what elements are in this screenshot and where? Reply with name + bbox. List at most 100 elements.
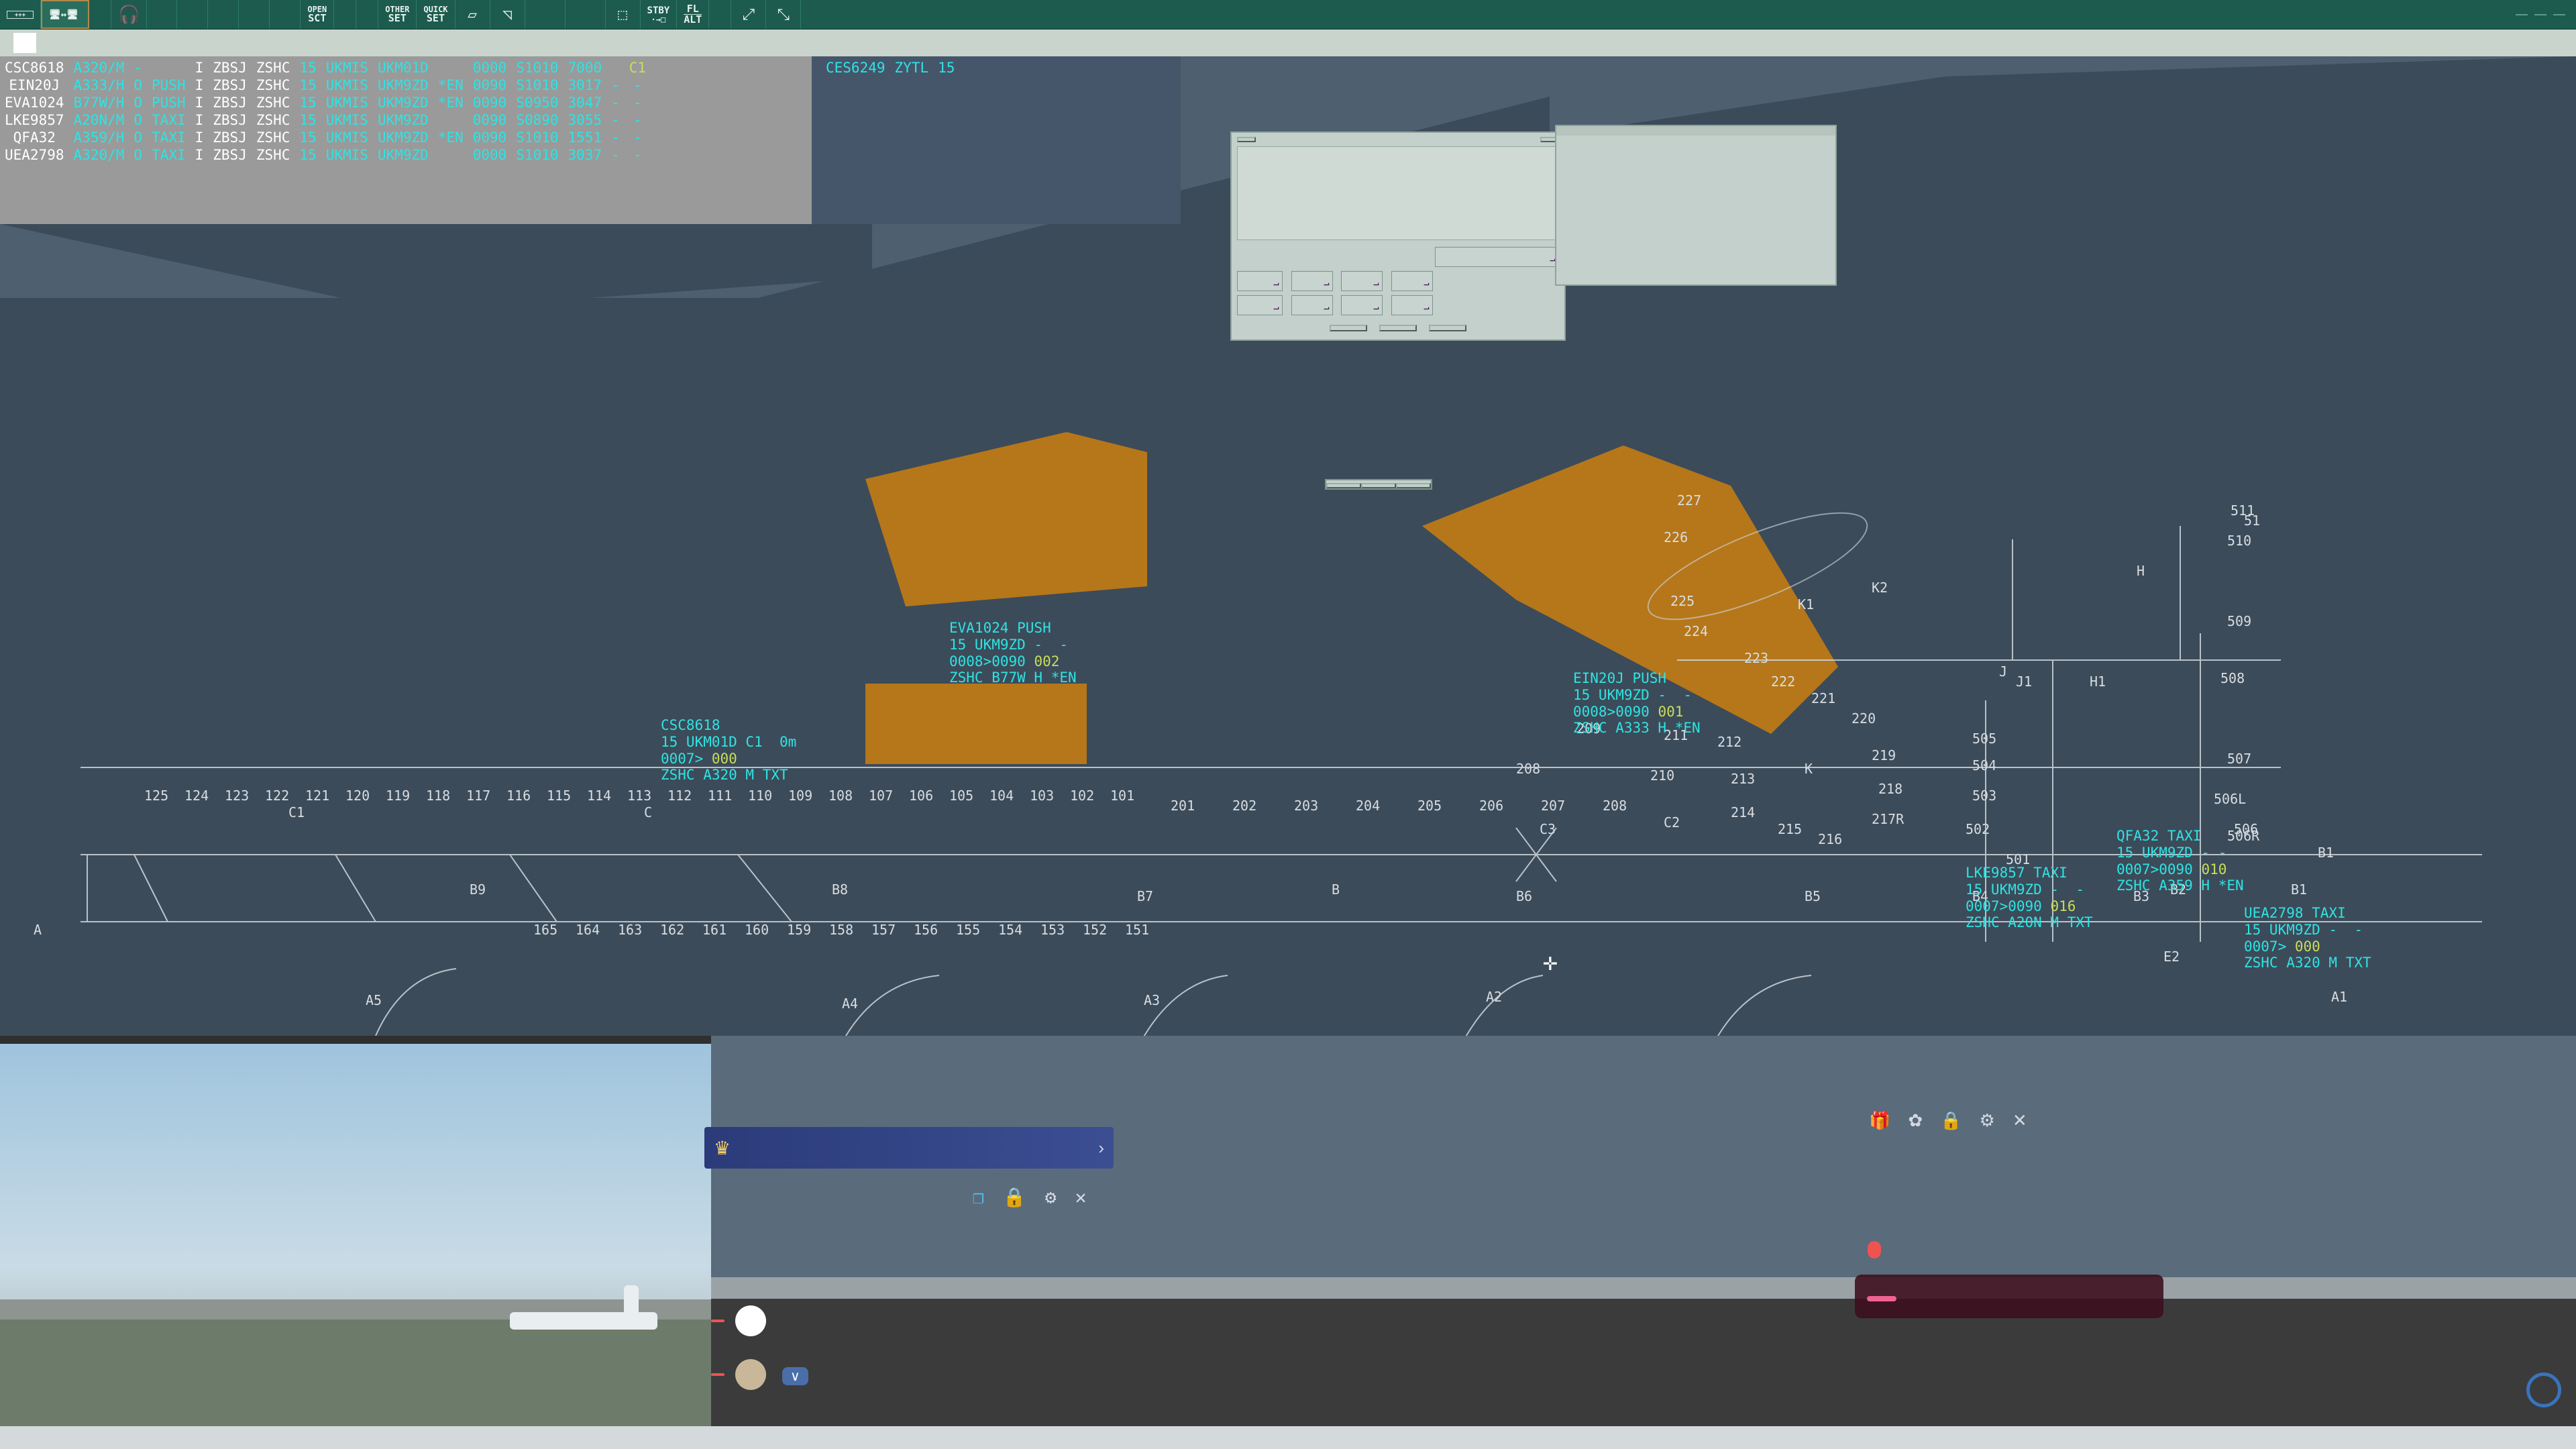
freq-slot-4[interactable] — [270, 0, 301, 29]
min-button[interactable] — [566, 0, 606, 29]
cell-reqt[interactable]: - — [606, 94, 625, 111]
cell-alt[interactable]: 0000 — [468, 59, 512, 76]
arr-runway-select-1[interactable] — [1237, 271, 1283, 291]
cell-entr[interactable]: UKMIS — [321, 129, 373, 146]
cell-type[interactable]: A20N/M — [69, 111, 129, 129]
cell-sid[interactable]: UKM9ZD — [373, 129, 433, 146]
cell-crz[interactable]: S0890 — [511, 111, 563, 129]
dep-runway-select-1[interactable] — [1237, 295, 1283, 315]
cell-assr[interactable]: 7000 — [564, 59, 607, 76]
cell-type[interactable]: A359/H — [69, 129, 129, 146]
arrival-list-panel[interactable]: CES6249 ZYTL 15 — [812, 56, 1181, 224]
cell-spad[interactable] — [433, 146, 468, 164]
cell-reqt[interactable]: - — [606, 146, 625, 164]
maximize-button[interactable] — [2534, 13, 2546, 15]
cell-spad[interactable]: *EN — [433, 94, 468, 111]
cell-req[interactable]: - — [625, 94, 651, 111]
callsign-display[interactable] — [89, 0, 111, 29]
close-icon[interactable]: ✕ — [1075, 1186, 1087, 1208]
cell-dep[interactable]: ZBSJ — [208, 146, 252, 164]
cell-cs[interactable]: CSC8618 — [0, 59, 69, 76]
radar-ground-view[interactable]: CSC8618 A320/M - I ZBSJ ZSHC 15 UKMIS UKM01D 0000… — [0, 56, 2576, 1036]
fl-alt-button[interactable]: FL ALT — [677, 0, 710, 29]
cell-assr[interactable]: 3055 — [564, 111, 607, 129]
gear-icon[interactable]: ⚙ — [1045, 1186, 1057, 1208]
cell-c[interactable]: O — [129, 76, 147, 94]
ruler-icon[interactable]: ▱ — [455, 0, 490, 29]
timer-widget[interactable] — [1325, 479, 1432, 490]
orphan-tag-cca7024[interactable] — [2274, 472, 2308, 555]
gift-icon[interactable]: 🎁 — [1869, 1110, 1890, 1131]
cell-req[interactable]: - — [625, 76, 651, 94]
gear-icon[interactable]: ⚙ — [1980, 1110, 1995, 1131]
rwy-allocation-select[interactable] — [1435, 247, 1559, 267]
cell-assr[interactable]: 1551 — [564, 129, 607, 146]
copy-icon[interactable]: ❐ — [973, 1186, 984, 1208]
chat-promo-banner[interactable]: ♛ › — [704, 1127, 1114, 1169]
live-chat-overlay[interactable]: ♛ › ❐ 🔒 ⚙ ✕ ∨ — [704, 1107, 1161, 1449]
cell-spad[interactable] — [433, 111, 468, 129]
cell-r[interactable]: I — [191, 111, 209, 129]
aircraft-tag-uea2798[interactable]: UEA2798 TAXI 15 UKM9ZD - -0007> 000 ZSHC A… — [2244, 905, 2371, 971]
stby-button[interactable]: STBY ·→□ — [641, 0, 678, 29]
departure-icon[interactable]: ⤡ — [766, 0, 802, 29]
arr-cell-spad[interactable] — [959, 59, 969, 76]
cell-alt[interactable]: 0090 — [468, 129, 512, 146]
cell-sts[interactable]: TAXI — [147, 146, 191, 164]
cell-reqt[interactable]: - — [606, 76, 625, 94]
table-row[interactable]: EVA1024 B77W/H O PUSH I ZBSJ ZSHC 15 UKMIS UKM9ZD… — [0, 94, 651, 111]
cell-crz[interactable]: S1010 — [511, 129, 563, 146]
cell-alt[interactable]: 0090 — [468, 76, 512, 94]
toast-cta-button[interactable] — [1867, 1296, 1896, 1301]
dep-runway-select-2[interactable] — [1291, 295, 1333, 315]
close-icon[interactable]: ✕ — [2012, 1110, 2027, 1131]
aircraft-tag-lke9857[interactable]: LKE9857 TAXI 15 UKM9ZD - -0007>0090 016 ZS… — [1966, 865, 2093, 931]
cell-sts[interactable]: PUSH — [147, 76, 191, 94]
cell-rwy[interactable]: 15 — [294, 76, 321, 94]
cell-crz[interactable]: S1010 — [511, 76, 563, 94]
cell-assr[interactable]: 3047 — [564, 94, 607, 111]
cell-rwy[interactable]: 15 — [294, 129, 321, 146]
cell-req[interactable]: - — [625, 129, 651, 146]
cell-sid[interactable]: UKM01D — [373, 59, 433, 76]
track-dots-icon[interactable]: ⬚ — [606, 0, 641, 29]
cell-dep[interactable]: ZBSJ — [208, 129, 252, 146]
freq-slot-2[interactable] — [208, 0, 239, 29]
lock-icon[interactable]: 🔒 — [1940, 1110, 1962, 1131]
timer-1m-button[interactable] — [1326, 483, 1361, 488]
table-row[interactable]: QFA32 A359/H O TAXI I ZBSJ ZSHC 15 UKMIS UKM9ZD *E… — [0, 129, 651, 146]
vector-line-icon[interactable]: ◹ — [490, 0, 525, 29]
quick-set-button[interactable]: QUICK SET — [417, 0, 455, 29]
cell-dep[interactable]: ZBSJ — [208, 111, 252, 129]
cell-cs[interactable]: UEA2798 — [0, 146, 69, 164]
cell-dep[interactable]: ZBSJ — [208, 76, 252, 94]
notepad-window[interactable] — [1555, 125, 1837, 286]
cell-r[interactable]: I — [191, 59, 209, 76]
cell-entr[interactable]: UKMIS — [321, 111, 373, 129]
minimize-button[interactable] — [2516, 13, 2528, 15]
arr-runway-select-4[interactable] — [1391, 271, 1433, 291]
cell-reqt[interactable]: - — [606, 129, 625, 146]
sticker-icon[interactable]: ✿ — [1908, 1110, 1923, 1131]
cell-alt[interactable]: 0000 — [468, 146, 512, 164]
open-sct-button[interactable]: OPEN SCT — [301, 0, 335, 29]
cell-cs[interactable]: QFA32 — [0, 129, 69, 146]
cell-c[interactable]: O — [129, 111, 147, 129]
cell-r[interactable]: I — [191, 94, 209, 111]
arr-cell-dep[interactable]: ZYTL — [890, 59, 934, 76]
cell-spad[interactable]: *EN — [433, 129, 468, 146]
cell-alt[interactable]: 0090 — [468, 94, 512, 111]
cell-cs[interactable]: EIN20J — [0, 76, 69, 94]
cell-arr[interactable]: ZSHC — [252, 76, 295, 94]
cell-arr[interactable]: ZSHC — [252, 111, 295, 129]
arrival-list-table[interactable]: CES6249 ZYTL 15 — [821, 56, 969, 76]
cell-reqt[interactable]: - — [606, 111, 625, 129]
notepad-body[interactable] — [1556, 136, 1835, 176]
cell-type[interactable]: A333/H — [69, 76, 129, 94]
headset-icon[interactable]: 🎧 — [111, 0, 148, 29]
freq-slot-3[interactable] — [239, 0, 270, 29]
cell-sid[interactable]: UKM9ZD — [373, 146, 433, 164]
cell-sid[interactable]: UKM9ZD — [373, 111, 433, 129]
primary-frequency[interactable] — [147, 0, 178, 29]
cell-assr[interactable]: 3037 — [564, 146, 607, 164]
